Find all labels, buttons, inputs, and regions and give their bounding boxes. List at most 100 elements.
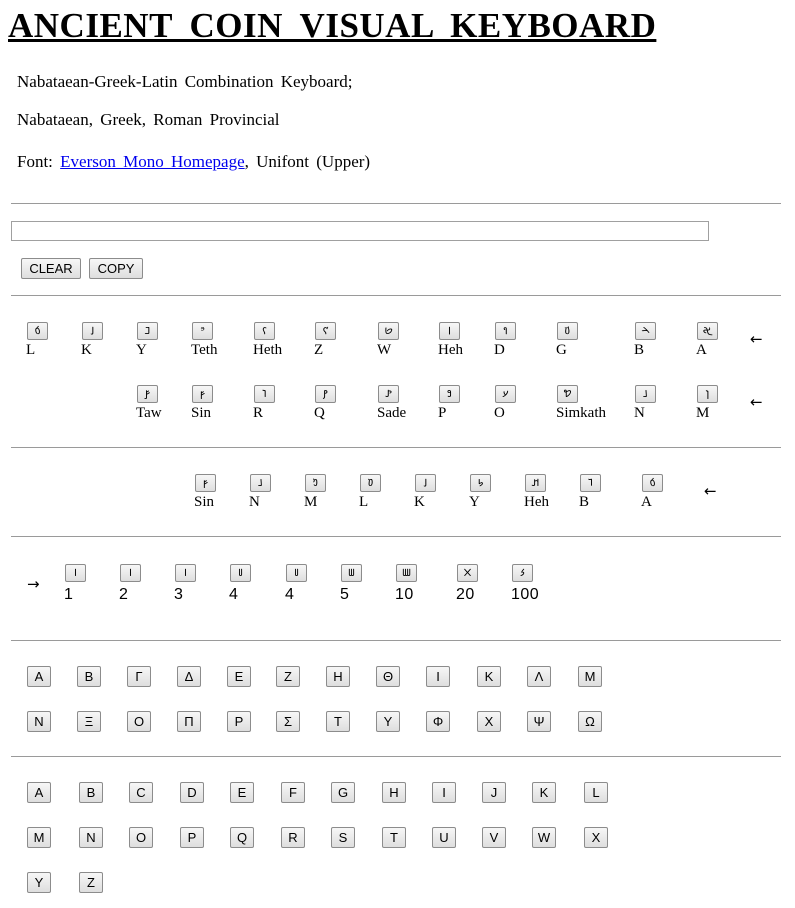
glyph-key-button[interactable]: 𐢔 (697, 385, 718, 403)
letter-key-button[interactable]: Π (177, 711, 201, 732)
glyph-key-button[interactable]: 𐢜 (192, 385, 213, 403)
letter-key-button[interactable]: F (281, 782, 305, 803)
letter-key-button[interactable]: K (477, 666, 501, 687)
glyph-key-button[interactable]: 𐢘 (439, 385, 460, 403)
glyph-key-button[interactable]: 𐢎 (192, 322, 213, 340)
letter-key-button[interactable]: Ξ (77, 711, 101, 732)
glyph-key-button[interactable]: 𐢑 (82, 322, 103, 340)
glyph-key-button[interactable]: 𐢅 (580, 474, 601, 492)
letter-key-button[interactable]: A (27, 666, 51, 687)
letter-key-button[interactable]: M (578, 666, 602, 687)
glyph-key-button[interactable]: 𐢬 (512, 564, 533, 582)
letter-key-button[interactable]: R (281, 827, 305, 848)
letter-key-button[interactable]: X (477, 711, 501, 732)
glyph-key-button[interactable]: 𐢕 (250, 474, 271, 492)
letter-key-button[interactable]: J (482, 782, 506, 803)
glyph-key-button[interactable]: 𐢁 (27, 322, 48, 340)
letter-key-button[interactable]: B (77, 666, 101, 687)
letter-key-button[interactable]: Y (376, 711, 400, 732)
glyph-key-button[interactable]: 𐢧 (120, 564, 141, 582)
glyph-key-button[interactable]: 𐢍 (254, 322, 275, 340)
output-textbox[interactable] (11, 221, 709, 241)
letter-key-button[interactable]: O (127, 711, 151, 732)
glyph-key-button[interactable]: 𐢖 (557, 385, 578, 403)
letter-key-button[interactable]: Ω (578, 711, 602, 732)
letter-key-button[interactable]: Δ (177, 666, 201, 687)
clear-button[interactable]: CLEAR (21, 258, 81, 279)
glyph-key-button[interactable]: 𐢀 (697, 322, 718, 340)
letter-key-button[interactable]: S (331, 827, 355, 848)
letter-key-button[interactable]: Z (79, 872, 103, 893)
glyph-key-button[interactable]: 𐢁 (642, 474, 663, 492)
letter-key-button[interactable]: Y (27, 872, 51, 893)
letter-key-button[interactable]: V (482, 827, 506, 848)
glyph-key-button[interactable]: 𐢗 (495, 385, 516, 403)
letter-key-button[interactable]: Q (230, 827, 254, 848)
letter-key-button[interactable]: U (432, 827, 456, 848)
glyph-key-button[interactable]: 𐢪 (396, 564, 417, 582)
glyph-key-button[interactable]: 𐢧 (65, 564, 86, 582)
copy-button[interactable]: COPY (89, 258, 143, 279)
letter-key-button[interactable]: B (79, 782, 103, 803)
glyph-key-button[interactable]: 𐢓 (305, 474, 326, 492)
letter-key-button[interactable]: Σ (276, 711, 300, 732)
letter-key-button[interactable]: Φ (426, 711, 450, 732)
glyph-key-button[interactable]: 𐢆 (557, 322, 578, 340)
glyph-key-label: N (634, 405, 645, 421)
letter-key-button[interactable]: I (426, 666, 450, 687)
letter-key-button[interactable]: G (331, 782, 355, 803)
backspace-arrow-icon[interactable]: ← (750, 330, 763, 348)
glyph-key-button[interactable]: 𐢉 (439, 322, 460, 340)
letter-key-button[interactable]: Θ (376, 666, 400, 687)
glyph-key-button[interactable]: 𐢧 (175, 564, 196, 582)
letter-key-button[interactable]: Z (276, 666, 300, 687)
glyph-key-button[interactable]: 𐢜 (195, 474, 216, 492)
letter-key-button[interactable]: Ψ (527, 711, 551, 732)
glyph-key-button[interactable]: 𐢈 (495, 322, 516, 340)
glyph-key-button[interactable]: 𐢏 (137, 322, 158, 340)
backspace-arrow-icon[interactable]: ← (704, 482, 717, 500)
letter-key-button[interactable]: E (230, 782, 254, 803)
letter-key-button[interactable]: H (382, 782, 406, 803)
glyph-key-button[interactable]: 𐢄 (635, 322, 656, 340)
letter-key-button[interactable]: L (584, 782, 608, 803)
letter-key-button[interactable]: D (180, 782, 204, 803)
glyph-key-button[interactable]: 𐢛 (254, 385, 275, 403)
glyph-key-button[interactable]: 𐢑 (415, 474, 436, 492)
glyph-key-label: Heth (253, 342, 283, 358)
letter-key-button[interactable]: H (326, 666, 350, 687)
letter-key-button[interactable]: Ε (227, 666, 251, 687)
glyph-key-button[interactable]: 𐢕 (635, 385, 656, 403)
glyph-key-button[interactable]: 𐢩 (341, 564, 362, 582)
letter-key-button[interactable]: N (27, 711, 51, 732)
letter-key-button[interactable]: Λ (527, 666, 551, 687)
everson-mono-link[interactable]: Everson Mono Homepage (60, 152, 244, 171)
letter-key-button[interactable]: A (27, 782, 51, 803)
letter-key-button[interactable]: M (27, 827, 51, 848)
glyph-key-button[interactable]: 𐢫 (457, 564, 478, 582)
glyph-key-button[interactable]: 𐢙 (378, 385, 399, 403)
glyph-key-button[interactable]: 𐢨 (230, 564, 251, 582)
letter-key-button[interactable]: O (129, 827, 153, 848)
glyph-key-label: W (377, 342, 392, 358)
glyph-key-button[interactable]: 𐢚 (315, 385, 336, 403)
letter-key-button[interactable]: Γ (127, 666, 151, 687)
glyph-key-button[interactable]: 𐢒 (360, 474, 381, 492)
letter-key-button[interactable]: K (532, 782, 556, 803)
letter-key-button[interactable]: I (432, 782, 456, 803)
glyph-key-button[interactable]: 𐢋 (378, 322, 399, 340)
glyph-key-button[interactable]: 𐢝 (137, 385, 158, 403)
glyph-key-button[interactable]: 𐢨 (286, 564, 307, 582)
glyph-key-button[interactable]: 𐢊 (525, 474, 546, 492)
backspace-arrow-icon[interactable]: ← (750, 393, 763, 411)
letter-key-button[interactable]: T (326, 711, 350, 732)
letter-key-button[interactable]: X (584, 827, 608, 848)
letter-key-button[interactable]: P (227, 711, 251, 732)
letter-key-button[interactable]: P (180, 827, 204, 848)
letter-key-button[interactable]: N (79, 827, 103, 848)
glyph-key-button[interactable]: 𐢐 (470, 474, 491, 492)
glyph-key-button[interactable]: 𐢌 (315, 322, 336, 340)
letter-key-button[interactable]: W (532, 827, 556, 848)
letter-key-button[interactable]: T (382, 827, 406, 848)
letter-key-button[interactable]: C (129, 782, 153, 803)
